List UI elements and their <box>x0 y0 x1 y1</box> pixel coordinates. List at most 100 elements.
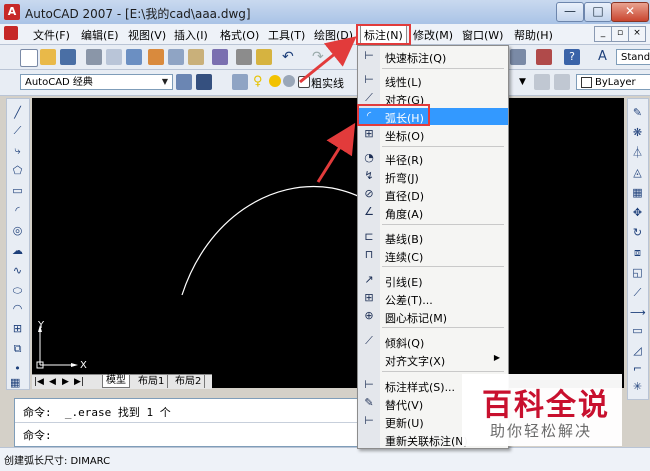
match-properties-icon[interactable] <box>212 49 228 65</box>
polygon-icon[interactable]: ⬠ <box>10 163 25 178</box>
line-icon[interactable]: ╱ <box>10 105 25 120</box>
menu-file[interactable]: 文件(F) <box>33 27 70 43</box>
menu-item-quick-dimension[interactable]: ⊢ 快速标注(Q) <box>358 48 508 65</box>
menu-format[interactable]: 格式(O) <box>220 27 259 43</box>
menu-item-leader[interactable]: ↗ 引线(E) <box>358 272 508 289</box>
trim-icon[interactable]: ⟋ <box>630 285 645 300</box>
close-button[interactable]: ✕ <box>611 2 649 22</box>
menu-item-radius[interactable]: ◔ 半径(R) <box>358 150 508 167</box>
chevron-down-icon[interactable]: ▼ <box>519 74 529 90</box>
new-file-icon[interactable] <box>20 49 38 67</box>
fillet-icon[interactable]: ⌐ <box>630 361 645 376</box>
brush-icon[interactable] <box>236 49 252 65</box>
rectangle-icon[interactable]: ▭ <box>10 183 25 198</box>
doc-close-button[interactable]: × <box>628 26 646 42</box>
insert-block-icon[interactable]: ⊞ <box>10 321 25 336</box>
make-block-icon[interactable]: ⧉ <box>10 341 25 356</box>
maximize-button[interactable]: □ <box>584 2 612 22</box>
menu-item-center-mark[interactable]: ⊕ 圆心标记(M) <box>358 308 508 325</box>
menu-item-continue[interactable]: ⊓ 连续(C) <box>358 247 508 264</box>
publish-icon[interactable] <box>126 49 142 65</box>
menu-item-tolerance[interactable]: ⊞ 公差(T)... <box>358 290 508 307</box>
open-folder-icon[interactable] <box>40 49 56 65</box>
menu-edit[interactable]: 编辑(E) <box>81 27 119 43</box>
redo-icon[interactable]: ↷ <box>312 49 328 65</box>
tab-layout2[interactable]: 布局2 <box>172 375 206 388</box>
workspace-settings-icon[interactable] <box>176 74 192 90</box>
drawing-canvas[interactable]: Y X <box>32 98 624 388</box>
menu-item-baseline[interactable]: ⊏ 基线(B) <box>358 229 508 246</box>
menu-item-ordinate[interactable]: ⊞ 坐标(O) <box>358 126 508 143</box>
ellipse-icon[interactable]: ⬭ <box>10 283 25 298</box>
sun-icon[interactable] <box>269 75 281 87</box>
lock-icon[interactable] <box>283 75 295 87</box>
sheet-set-icon[interactable] <box>536 49 552 65</box>
help-icon[interactable]: ? <box>564 49 580 65</box>
layer-previous-icon[interactable] <box>534 74 550 90</box>
scale-icon[interactable]: ⧈ <box>630 245 645 260</box>
doc-restore-button[interactable]: ▫ <box>611 26 629 42</box>
tab-layout1[interactable]: 布局1 <box>135 375 169 388</box>
menu-tools[interactable]: 工具(T) <box>268 27 305 43</box>
chamfer-icon[interactable]: ◿ <box>630 343 645 358</box>
stretch-icon[interactable]: ◱ <box>630 265 645 280</box>
command-prompt[interactable]: 命令: <box>23 427 52 443</box>
break-icon[interactable]: ▭ <box>630 323 645 338</box>
print-icon[interactable] <box>86 49 102 65</box>
polyline-icon[interactable]: ⤷ <box>10 143 25 158</box>
text-style-icon[interactable]: A <box>598 49 614 65</box>
undo-icon[interactable]: ↶ <box>282 49 298 65</box>
explode-icon[interactable]: ✳ <box>630 379 645 394</box>
chevron-down-icon[interactable]: ▼ <box>159 76 171 88</box>
plot-preview-icon[interactable] <box>106 49 122 65</box>
save-workspace-icon[interactable] <box>196 74 212 90</box>
rotate-icon[interactable]: ↻ <box>630 225 645 240</box>
tab-nav-prev-icon[interactable]: ◀ <box>49 375 56 389</box>
menu-item-jogged[interactable]: ↯ 折弯(J) <box>358 168 508 185</box>
tab-model[interactable]: 模型 <box>102 375 130 388</box>
tab-nav-first-icon[interactable]: |◀ <box>34 375 44 389</box>
color-combo[interactable]: ByLayer <box>576 74 650 90</box>
spline-icon[interactable]: ∿ <box>10 263 25 278</box>
menu-help[interactable]: 帮助(H) <box>514 27 553 43</box>
doc-minimize-button[interactable]: _ <box>594 26 612 42</box>
workspace-combo[interactable]: AutoCAD 经典 ▼ <box>20 74 173 90</box>
offset-icon[interactable]: ◬ <box>630 165 645 180</box>
layer-color-icon[interactable] <box>298 76 310 88</box>
move-icon[interactable]: ✥ <box>630 205 645 220</box>
menu-draw[interactable]: 绘图(D) <box>314 27 353 43</box>
cut-icon[interactable] <box>148 49 164 65</box>
menu-insert[interactable]: 插入(I) <box>174 27 208 43</box>
arc-icon[interactable]: ◜ <box>10 203 25 218</box>
menu-view[interactable]: 视图(V) <box>128 27 166 43</box>
tab-nav-next-icon[interactable]: ▶ <box>62 375 69 389</box>
pencil-icon[interactable] <box>256 49 272 65</box>
document-icon[interactable] <box>4 26 18 40</box>
layer-name[interactable]: 粗实线 <box>311 75 344 91</box>
mirror-icon[interactable]: ⏃ <box>630 145 645 160</box>
menu-window[interactable]: 窗口(W) <box>462 27 503 43</box>
lightbulb-icon[interactable]: ♀ <box>253 74 269 90</box>
revision-cloud-icon[interactable]: ☁ <box>10 243 25 258</box>
erase-icon[interactable]: ✎ <box>630 105 645 120</box>
menu-item-oblique[interactable]: ⟋ 倾斜(Q) <box>358 333 508 350</box>
hatch-icon[interactable]: ▦ <box>10 376 24 390</box>
minimize-button[interactable]: — <box>556 2 584 22</box>
copy-icon[interactable] <box>168 49 184 65</box>
menu-item-linear[interactable]: ⊢ 线性(L) <box>358 72 508 89</box>
copy-object-icon[interactable]: ❋ <box>630 125 645 140</box>
menu-item-diameter[interactable]: ⊘ 直径(D) <box>358 186 508 203</box>
array-icon[interactable]: ▦ <box>630 185 645 200</box>
layer-manager-icon[interactable] <box>232 74 248 90</box>
ellipse-arc-icon[interactable]: ◠ <box>10 301 25 316</box>
menu-item-angular[interactable]: ∠ 角度(A) <box>358 204 508 221</box>
menu-modify[interactable]: 修改(M) <box>413 27 453 43</box>
properties-icon[interactable] <box>510 49 526 65</box>
circle-icon[interactable]: ◎ <box>10 223 25 238</box>
paste-icon[interactable] <box>188 49 204 65</box>
point-icon[interactable]: • <box>10 361 25 376</box>
text-style-combo[interactable]: Stand <box>616 49 650 65</box>
construction-line-icon[interactable]: ⟋ <box>10 123 25 138</box>
save-icon[interactable] <box>60 49 76 65</box>
layer-state-icon[interactable] <box>554 74 570 90</box>
